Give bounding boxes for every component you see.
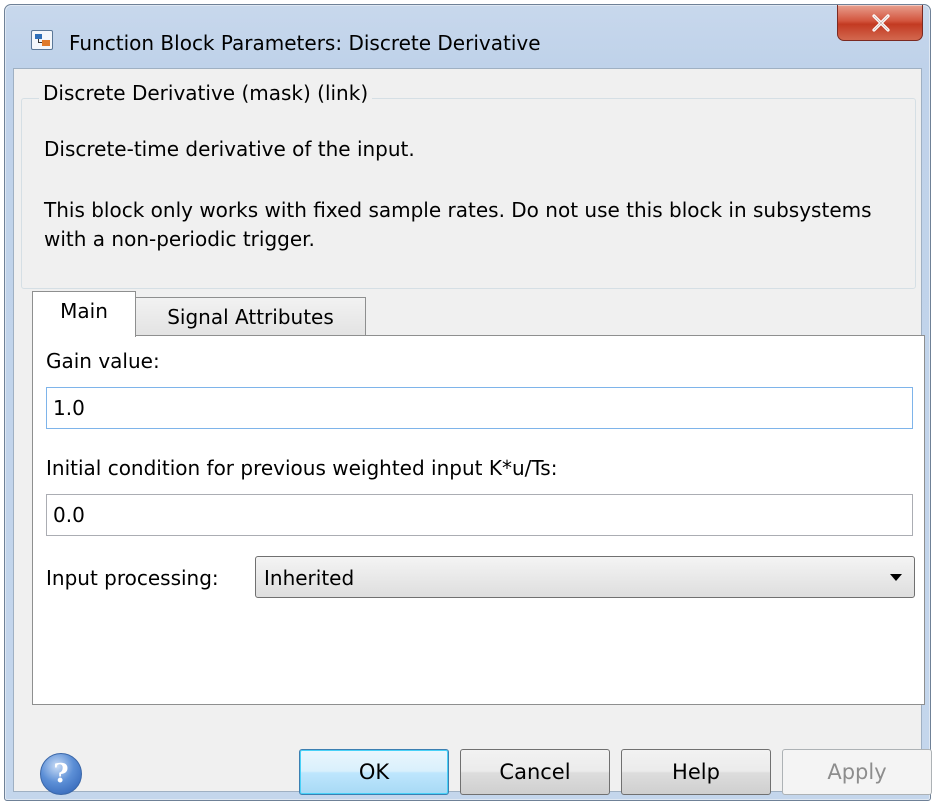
input-processing-value: Inherited (264, 566, 355, 590)
apply-button[interactable]: Apply (782, 749, 932, 795)
input-processing-select[interactable]: Inherited (255, 556, 915, 598)
initial-condition-input[interactable]: 0.0 (46, 494, 913, 536)
window-title: Function Block Parameters: Discrete Deri… (69, 31, 541, 55)
initial-condition-label: Initial condition for previous weighted … (46, 456, 558, 480)
help-circle-icon[interactable]: ? (40, 753, 82, 795)
ok-button[interactable]: OK (299, 749, 449, 795)
dialog-window: Function Block Parameters: Discrete Deri… (4, 4, 932, 801)
gain-value-input[interactable]: 1.0 (46, 387, 913, 429)
description-legend: Discrete Derivative (mask) (link) (39, 81, 373, 105)
tab-main[interactable]: Main (32, 291, 136, 337)
close-icon (872, 14, 890, 32)
input-processing-label: Input processing: (46, 566, 219, 590)
cancel-button[interactable]: Cancel (460, 749, 610, 795)
title-bar[interactable]: Function Block Parameters: Discrete Deri… (5, 5, 930, 71)
dialog-client-area: Discrete Derivative (mask) (link) Discre… (13, 68, 932, 795)
help-button[interactable]: Help (621, 749, 771, 795)
simulink-block-icon (31, 30, 53, 50)
close-button[interactable] (837, 5, 923, 41)
chevron-down-icon (890, 574, 902, 581)
gain-value-label: Gain value: (46, 349, 160, 373)
description-group (21, 98, 916, 289)
tab-signal-attributes[interactable]: Signal Attributes (135, 297, 366, 335)
description-line-2: This block only works with fixed sample … (44, 198, 872, 251)
description-line-1: Discrete-time derivative of the input. (44, 137, 415, 161)
main-tab-panel: Gain value: 1.0 Initial condition for pr… (32, 335, 925, 705)
